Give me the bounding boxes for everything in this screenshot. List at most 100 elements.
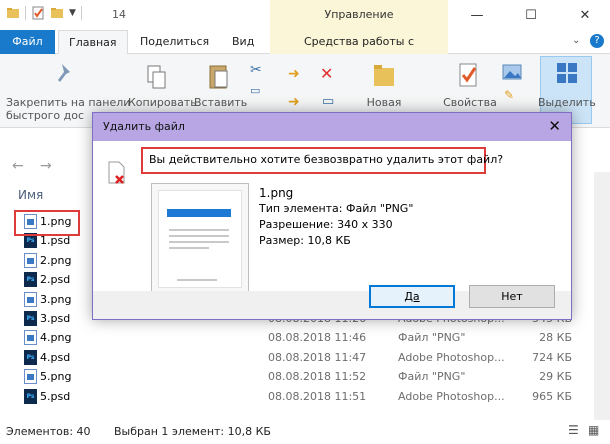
thumbnail-line [169, 241, 229, 243]
psd-file-icon: Ps [24, 388, 37, 404]
folder-icon[interactable] [6, 6, 20, 20]
file-row[interactable]: 5.png 08.08.2018 11:52 Файл "PNG" 29 КБ [20, 367, 600, 386]
file-date: 08.08.2018 11:47 [268, 350, 367, 364]
maximize-button[interactable]: ☐ [512, 0, 550, 30]
file-type: Файл "PNG" [398, 370, 466, 384]
tab-file[interactable]: Файл [0, 30, 55, 54]
tab-view[interactable]: Вид [222, 30, 264, 54]
highlight-selected-file [14, 210, 80, 236]
file-name: 4.png [40, 331, 72, 345]
qat-separator [80, 6, 82, 20]
status-bar: Элементов: 40 Выбран 1 элемент: 10,8 КБ … [0, 420, 610, 444]
new-folder-icon[interactable] [50, 6, 64, 20]
rename-icon[interactable]: ▭ [322, 94, 334, 109]
status-selected: Выбран 1 элемент: 10,8 КБ [114, 425, 271, 438]
vertical-scrollbar[interactable] [594, 172, 610, 420]
file-size: 29 КБ [539, 370, 572, 384]
thumbnail-line [169, 229, 229, 231]
dialog-close-button[interactable]: ✕ [548, 117, 561, 135]
file-info: 1.png Тип элемента: Файл "PNG" Разрешени… [259, 185, 413, 249]
context-tab-manage[interactable]: Управление [270, 0, 448, 30]
copy-to-icon[interactable]: ➜ [288, 94, 300, 110]
window-titlebar: ▼ 14 Управление — ☐ ✕ [0, 0, 610, 30]
properties-button[interactable]: Свойства [442, 96, 498, 109]
file-name: 2.png [40, 253, 72, 267]
file-size: 724 КБ [532, 350, 572, 364]
edit-pencil-icon[interactable]: ✎ [504, 88, 514, 102]
quick-access-toolbar: ▼ [6, 6, 82, 20]
select-grid-icon[interactable] [556, 62, 578, 84]
delete-file-dialog: Удалить файл ✕ Вы действительно хотите б… [92, 112, 572, 320]
file-date: 08.08.2018 11:51 [268, 389, 367, 403]
file-row[interactable]: Ps 4.psd 08.08.2018 11:47 Adobe Photoshop..… [20, 348, 600, 367]
tiles-view-icon[interactable]: ▦ [588, 423, 599, 437]
move-to-icon[interactable]: ➜ [288, 66, 300, 82]
thumbnail-line [177, 279, 217, 281]
file-date: 08.08.2018 11:46 [268, 331, 367, 345]
help-icon[interactable]: ? [590, 34, 604, 48]
tab-share[interactable]: Поделиться [130, 30, 219, 54]
file-row[interactable]: Ps 5.psd 08.08.2018 11:51 Adobe Photoshop..… [20, 387, 600, 406]
psd-file-icon: Ps [24, 272, 37, 288]
file-thumbnail [151, 183, 249, 295]
file-size: 965 КБ [532, 389, 572, 403]
copy-path-icon[interactable]: ▭ [250, 84, 260, 97]
back-arrow-icon[interactable]: ← [12, 158, 24, 174]
dialog-question: Вы действительно хотите безвозвратно уда… [149, 153, 504, 166]
minimize-button[interactable]: — [458, 0, 496, 30]
ribbon-tabs: Файл Главная Поделиться Вид Средства раб… [0, 30, 610, 72]
file-name: 5.png [40, 370, 72, 384]
file-name: 1.psd [40, 234, 71, 248]
file-type: Файл "PNG" [398, 331, 466, 345]
dialog-title: Удалить файл [103, 120, 185, 133]
new-folder-large-icon[interactable] [372, 62, 396, 90]
file-name: 3.png [40, 292, 72, 306]
thumbnail-line [169, 235, 229, 237]
file-size: 28 КБ [539, 331, 572, 345]
file-type: Adobe Photoshop... [398, 389, 505, 403]
png-file-icon [24, 330, 37, 346]
select-button[interactable]: Выделить [538, 96, 596, 109]
file-name: 4.psd [40, 350, 71, 364]
properties-icon[interactable] [458, 62, 480, 90]
pin-icon[interactable] [54, 62, 76, 88]
copy-icon[interactable] [146, 64, 168, 92]
chevron-down-icon[interactable]: ⌄ [572, 35, 580, 46]
dialog-titlebar: Удалить файл ✕ [93, 113, 571, 141]
paste-icon[interactable] [208, 62, 230, 92]
delete-icon[interactable]: ✕ [320, 64, 333, 83]
new-folder-button[interactable]: Новая [360, 96, 408, 109]
column-header-name[interactable]: Имя [18, 188, 43, 202]
file-name: 3.psd [40, 312, 71, 325]
file-name: 5.psd [40, 389, 71, 403]
file-date: 08.08.2018 11:52 [268, 370, 367, 384]
info-resolution: Разрешение: 340 x 330 [259, 218, 393, 231]
thumbnail-header-bar [167, 209, 231, 217]
qat-separator [25, 6, 26, 20]
paste-button[interactable]: Вставить [194, 96, 247, 109]
png-file-icon [24, 252, 37, 268]
scissors-icon[interactable]: ✂ [250, 62, 262, 78]
pin-label-line1: Закрепить на панели [6, 96, 131, 109]
psd-file-icon: Ps [24, 311, 37, 326]
file-name: 2.psd [40, 273, 71, 287]
qat-dropdown-icon[interactable]: ▼ [69, 8, 76, 18]
yes-button[interactable]: Да [369, 285, 455, 308]
png-file-icon [24, 291, 37, 307]
tab-home[interactable]: Главная [58, 30, 128, 55]
forward-arrow-icon[interactable]: → [40, 158, 52, 174]
tab-picture-tools[interactable]: Средства работы с рисунками [270, 30, 448, 72]
info-file-name: 1.png [259, 186, 294, 200]
details-view-icon[interactable]: ☰ [568, 423, 579, 437]
png-file-icon [24, 369, 37, 385]
open-image-icon[interactable] [502, 64, 524, 82]
file-row[interactable]: 4.png 08.08.2018 11:46 Файл "PNG" 28 КБ [20, 328, 600, 347]
copy-button[interactable]: Копировать [128, 96, 197, 109]
properties-check-icon[interactable] [31, 6, 45, 20]
window-title: 14 [112, 8, 126, 21]
no-button[interactable]: Нет [469, 285, 555, 308]
close-window-button[interactable]: ✕ [566, 0, 604, 30]
thumbnail-image [158, 190, 242, 288]
info-size: Размер: 10,8 КБ [259, 234, 351, 247]
thumbnail-line [169, 247, 209, 249]
